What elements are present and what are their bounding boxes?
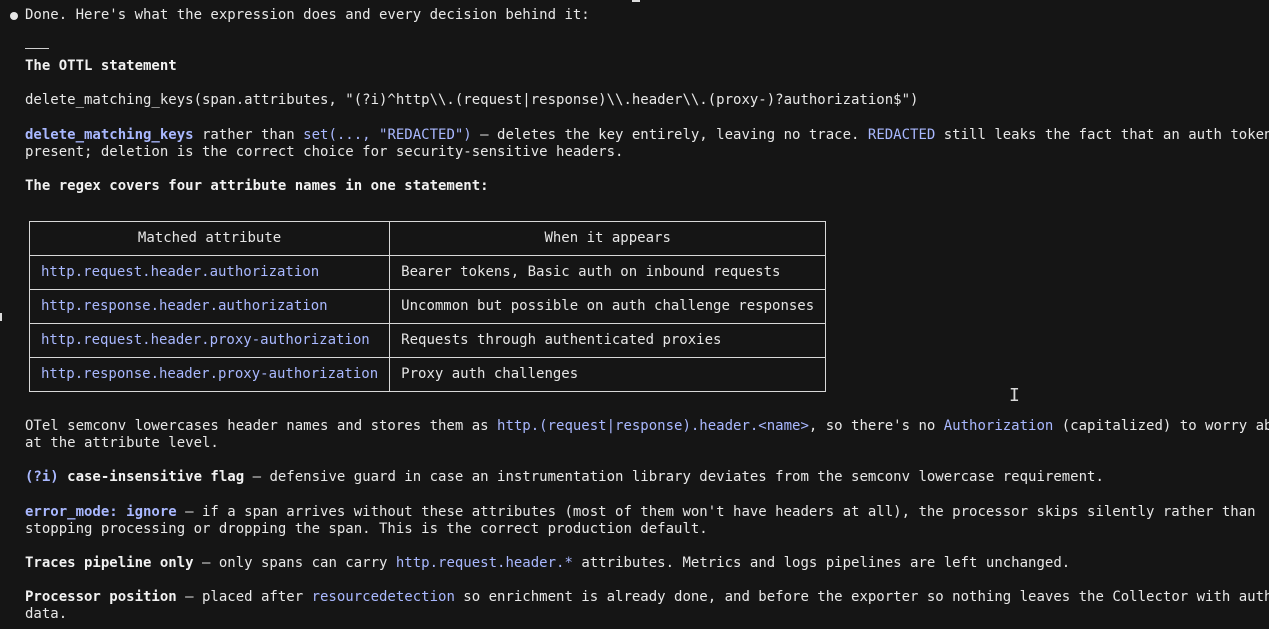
- description-cell: Proxy auth challenges: [389, 357, 827, 392]
- message-bullet-icon: [10, 12, 18, 20]
- paragraph-traces-pipeline: Traces pipeline only — only spans can ca…: [25, 555, 1071, 571]
- inline-code: set(..., "REDACTED"): [303, 127, 472, 143]
- inline-code: delete_matching_keys: [25, 127, 194, 143]
- inline-code: Authorization: [943, 418, 1054, 434]
- text-cursor-icon: I: [1009, 385, 1020, 406]
- description-cell: Bearer tokens, Basic auth on inbound req…: [389, 255, 827, 290]
- window-edge-marker: [632, 0, 640, 2]
- inline-code: REDACTED: [867, 127, 936, 143]
- paragraph-error-mode-line2: stopping processing or dropping the span…: [25, 521, 708, 537]
- inline-code: resourcedetection: [311, 589, 455, 605]
- inline-code: http.request.header.*: [395, 555, 573, 571]
- paragraph-delete-rationale-line2: present; deletion is the correct choice …: [25, 144, 624, 160]
- paragraph-error-mode: error_mode: ignore — if a span arrives w…: [25, 504, 1256, 520]
- paragraph-processor-position-line2: data.: [25, 606, 68, 622]
- paragraph-semconv: OTel semconv lowercases header names and…: [25, 418, 1269, 434]
- description-cell: Uncommon but possible on auth challenge …: [389, 289, 827, 324]
- ottl-statement: delete_matching_keys(span.attributes, "(…: [25, 92, 919, 108]
- attribute-cell: http.response.header.authorization: [28, 289, 391, 324]
- table-row: http.response.header.authorization Uncom…: [28, 289, 827, 324]
- table-header-row: Matched attribute When it appears: [28, 221, 827, 256]
- horizontal-rule: [25, 48, 49, 49]
- attribute-cell: http.request.header.proxy-authorization: [28, 323, 391, 358]
- inline-code: http.(request|response).header.<name>: [497, 418, 809, 434]
- description-cell: Requests through authenticated proxies: [389, 323, 827, 358]
- table-row: http.response.header.proxy-authorization…: [28, 357, 827, 392]
- matched-attributes-table: Matched attribute When it appears http.r…: [28, 221, 827, 392]
- regex-heading: The regex covers four attribute names in…: [25, 178, 489, 194]
- inline-code: error_mode: ignore: [25, 504, 177, 520]
- paragraph-delete-rationale: delete_matching_keys rather than set(...…: [25, 127, 1269, 143]
- section-title: The OTTL statement: [25, 58, 177, 74]
- window-edge-marker-left: [0, 313, 2, 321]
- paragraph-case-flag: (?i) case-insensitive flag — defensive g…: [25, 469, 1104, 485]
- table-row: http.request.header.authorization Bearer…: [28, 255, 827, 290]
- intro-text: Done. Here's what the expression does an…: [25, 7, 590, 23]
- paragraph-processor-position: Processor position — placed after resour…: [25, 589, 1269, 605]
- column-header: When it appears: [389, 221, 827, 256]
- paragraph-semconv-line2: at the attribute level.: [25, 435, 219, 451]
- table-row: http.request.header.proxy-authorization …: [28, 323, 827, 358]
- inline-code: (?i): [25, 469, 59, 485]
- attribute-cell: http.request.header.authorization: [28, 255, 391, 290]
- column-header: Matched attribute: [28, 221, 391, 256]
- attribute-cell: http.response.header.proxy-authorization: [28, 357, 391, 392]
